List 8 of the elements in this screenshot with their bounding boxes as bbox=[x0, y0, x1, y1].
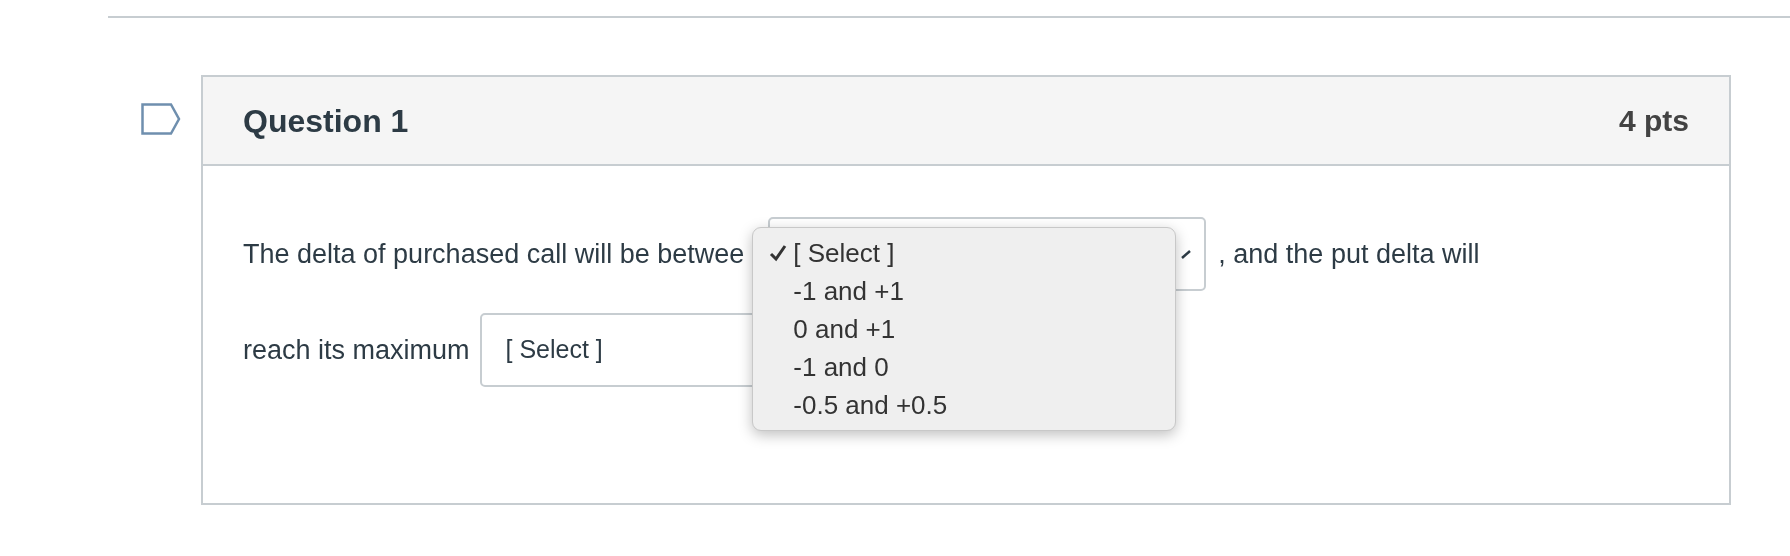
question-text: The delta of purchased call will be betwee bbox=[243, 237, 745, 271]
dropdown-option[interactable]: [ Select ] bbox=[793, 233, 895, 273]
dropdown-option[interactable]: -0.5 and +0.5 bbox=[793, 385, 948, 425]
points-label: 4 pts bbox=[1618, 103, 1689, 139]
question-text: , and the put delta will bbox=[1218, 237, 1480, 271]
question-title: Question 1 bbox=[243, 101, 409, 141]
dropdown-option[interactable]: -1 and +1 bbox=[793, 271, 904, 311]
question-text: reach its maximum bbox=[243, 333, 470, 367]
